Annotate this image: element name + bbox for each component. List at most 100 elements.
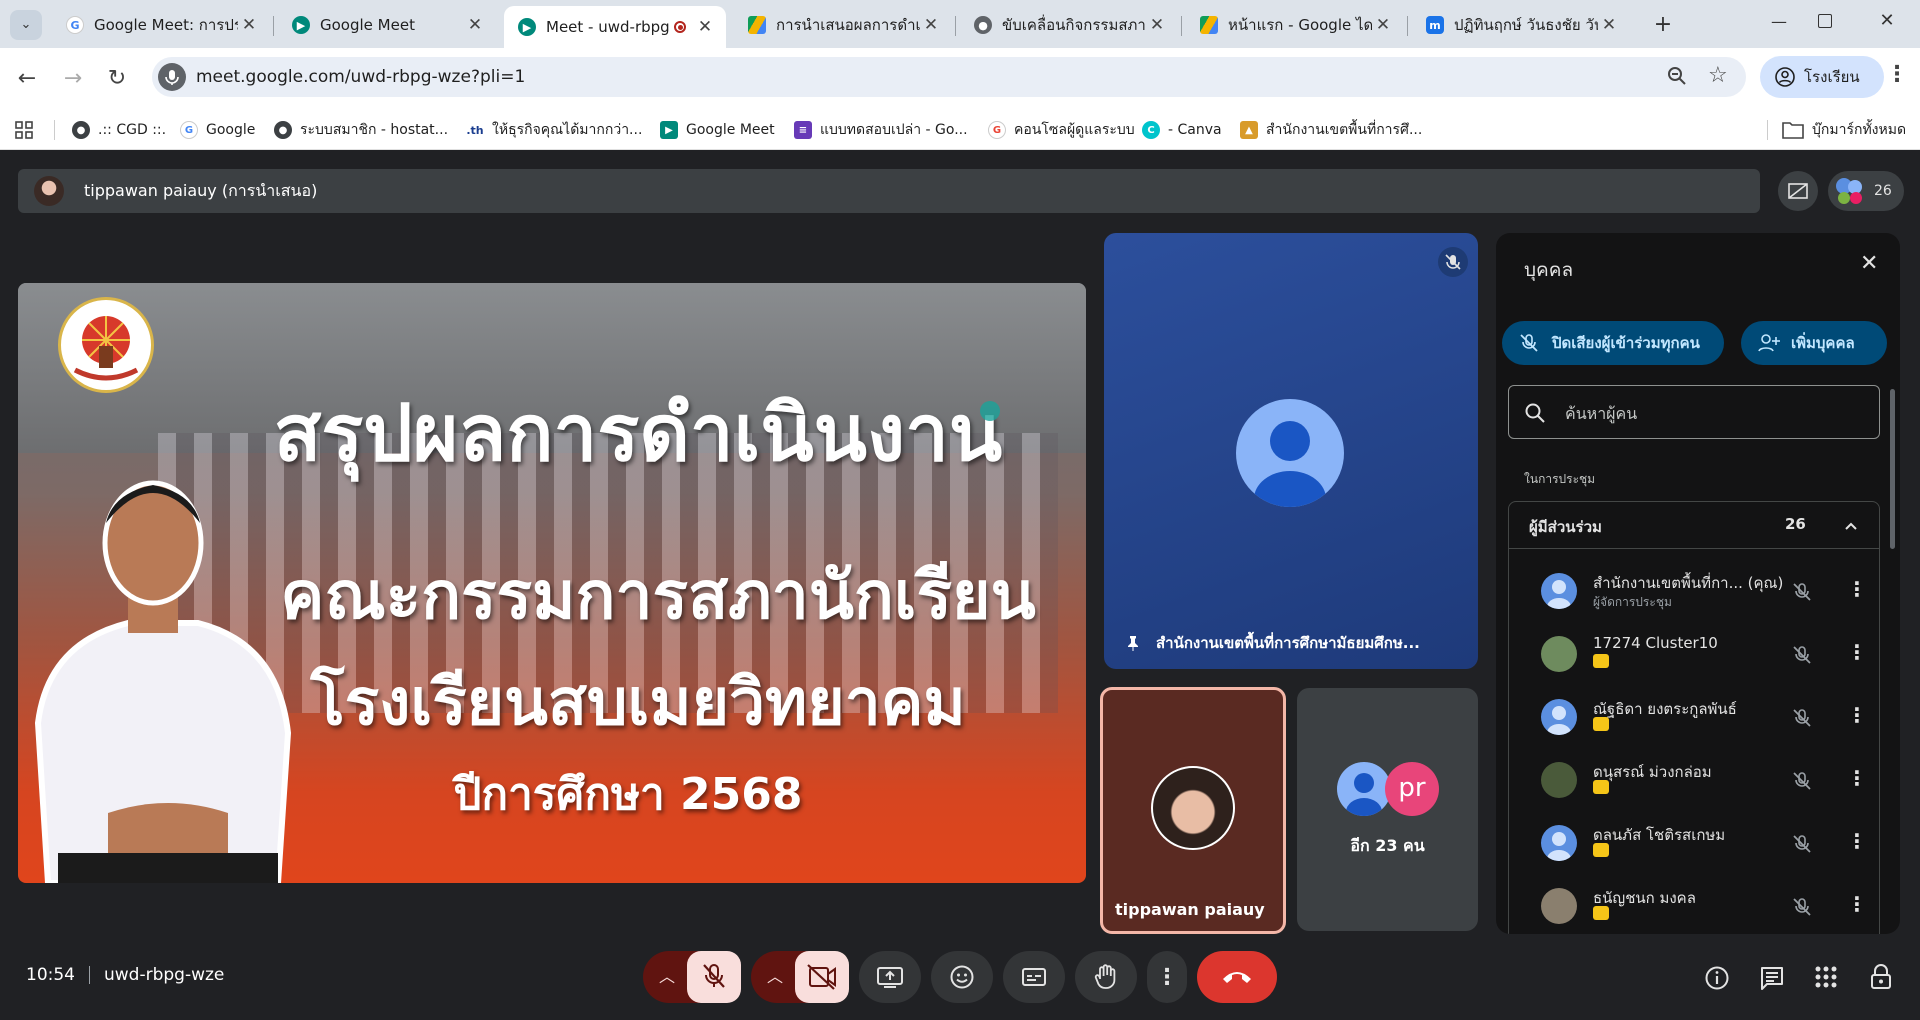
bookmark-google-meet[interactable]: ▶ Google Meet [660, 118, 775, 142]
hide-self-view-button[interactable] [1778, 171, 1818, 211]
group-count: 26 [1785, 515, 1806, 533]
new-tab-button[interactable]: + [1648, 10, 1678, 40]
bookmark-cgd[interactable]: ●.:: CGD ::. [72, 118, 166, 142]
mic-options-chevron-icon[interactable]: ︿ [643, 951, 691, 1003]
tab-student-council[interactable]: ● ขับเคลื่อนกิจกรรมสภานั ✕ [960, 8, 1178, 42]
meeting-code: uwd-rbpg-wze [104, 965, 225, 985]
close-panel-icon[interactable]: ✕ [1860, 251, 1878, 276]
participants-summary-button[interactable]: 26 [1828, 171, 1904, 211]
leave-call-button[interactable] [1197, 951, 1277, 1003]
chrome-menu-icon[interactable]: ⋮ [1886, 62, 1908, 87]
bookmark-canva[interactable]: C- Canva [1142, 118, 1222, 142]
all-bookmarks-button[interactable]: บุ๊กมาร์กทั้งหมด [1782, 118, 1906, 142]
tab-google-meet-2[interactable]: ▶ Google Meet ✕ [278, 8, 496, 42]
muted-mic-icon[interactable] [1791, 644, 1813, 666]
camera-options-chevron-icon[interactable]: ︿ [751, 951, 799, 1003]
tab-calendar[interactable]: m ปฏิทินฤกษ์ วันธงชัย วันเ ✕ [1412, 8, 1630, 42]
initials-avatar: pr [1385, 762, 1439, 816]
add-people-button[interactable]: เพิ่มบุคคล [1741, 321, 1887, 365]
bookmark-secondary-office[interactable]: ▲ สำนักงานเขตพื้นที่การศึ... [1240, 118, 1422, 142]
tab-search-button[interactable]: ⌄ [10, 10, 42, 40]
panel-scrollbar[interactable] [1890, 389, 1895, 549]
search-people-input[interactable]: ค้นหาผู้คน [1508, 385, 1880, 439]
close-window-button[interactable]: ✕ [1872, 10, 1902, 34]
muted-mic-icon[interactable] [1791, 707, 1813, 729]
muted-mic-icon[interactable] [1791, 896, 1813, 918]
restore-button[interactable] [1818, 14, 1832, 28]
mic-toggle-button[interactable] [687, 951, 741, 1003]
th-icon: .th [466, 121, 484, 139]
captions-button[interactable] [1003, 951, 1065, 1003]
apps-grid-icon[interactable] [14, 120, 34, 140]
bookmark-google[interactable]: G Google [180, 118, 255, 142]
participant-photo [1541, 762, 1577, 798]
more-options-icon[interactable]: ⋮ [1847, 703, 1867, 727]
participant-tile-organization[interactable]: สำนักงานเขตพื้นที่การศึกษามัธยมศึกษ... [1104, 233, 1478, 669]
participants-group-header[interactable]: ผู้มีส่วนร่วม 26 [1508, 501, 1880, 549]
reactions-button[interactable] [931, 951, 993, 1003]
globe-icon: ● [72, 121, 90, 139]
more-participants-tile[interactable]: pr อีก 23 คน [1297, 688, 1478, 931]
google-g-icon: G [988, 121, 1006, 139]
drive-icon [748, 16, 766, 34]
participant-row[interactable]: ดนุสรณ์ ม่วงกล่อม ⋮ [1529, 750, 1879, 810]
drive-icon [1200, 16, 1218, 34]
profile-button[interactable]: โรงเรียน [1760, 56, 1884, 98]
bookmark-forms[interactable]: ≡ แบบทดสอบเปล่า - Go... [794, 118, 968, 142]
tab-separator [1407, 16, 1408, 36]
forward-button[interactable]: → [58, 64, 88, 94]
tab-presentation[interactable]: การนำเสนอผลการดำเนิ ✕ [734, 8, 952, 42]
zoom-icon[interactable] [1666, 65, 1688, 87]
address-bar[interactable]: meet.google.com/uwd-rbpg-wze?pli=1 ☆ [152, 57, 1746, 97]
more-options-icon[interactable]: ⋮ [1847, 766, 1867, 790]
camera-toggle-button[interactable] [795, 951, 849, 1003]
activities-grid-icon[interactable] [1814, 965, 1838, 989]
participant-row[interactable]: ณัฐธิดา ยงตระกูลพันธ์ ⋮ [1529, 687, 1879, 747]
more-options-icon[interactable]: ⋮ [1847, 892, 1867, 916]
tab-google-drive[interactable]: หน้าแรก - Google ไดรฟ์ ✕ [1186, 8, 1404, 42]
chat-icon[interactable] [1759, 965, 1785, 991]
in-meeting-label: ในการประชุม [1524, 472, 1596, 486]
mute-all-button[interactable]: ปิดเสียงผู้เข้าร่วมทุกคน [1502, 321, 1724, 365]
participant-tile-tippawan[interactable]: tippawan paiauy [1100, 687, 1286, 934]
muted-mic-icon[interactable] [1791, 581, 1813, 603]
present-screen-button[interactable] [859, 951, 921, 1003]
bookmarks-bar: ●.:: CGD ::. G Google ● ระบบสมาชิก - hosta… [0, 110, 1920, 150]
more-options-button[interactable]: ⋮ [1147, 951, 1187, 1003]
participant-row[interactable]: ธนัญชนก มงคล ⋮ [1529, 876, 1879, 934]
more-options-icon[interactable]: ⋮ [1847, 640, 1867, 664]
participant-row[interactable]: 17274 Cluster10 ⋮ [1529, 624, 1879, 684]
close-tab-icon[interactable]: ✕ [1146, 15, 1168, 35]
meeting-details-icon[interactable] [1704, 965, 1730, 991]
close-tab-icon[interactable]: ✕ [1372, 15, 1394, 35]
close-tab-icon[interactable]: ✕ [1598, 15, 1620, 35]
reload-button[interactable]: ↻ [102, 64, 132, 94]
host-controls-lock-icon[interactable] [1868, 963, 1894, 991]
minimize-button[interactable]: — [1764, 12, 1794, 36]
close-tab-icon[interactable]: ✕ [920, 15, 942, 35]
bookmark-star-icon[interactable]: ☆ [1708, 63, 1728, 88]
more-options-icon[interactable]: ⋮ [1847, 577, 1867, 601]
close-tab-icon[interactable]: ✕ [694, 17, 716, 37]
more-options-icon[interactable]: ⋮ [1847, 829, 1867, 853]
presenter-bar: tippawan paiauy (การนำเสนอ) [18, 169, 1760, 213]
close-tab-icon[interactable]: ✕ [238, 15, 260, 35]
back-button[interactable]: ← [12, 64, 42, 94]
tab-google-meet-1[interactable]: G Google Meet: การประ ✕ [52, 8, 270, 42]
participant-row[interactable]: สำนักงานเขตพื้นที่กา... (คุณ) ผู้จัดการป… [1529, 561, 1879, 621]
participant-count: 26 [1874, 183, 1892, 199]
close-tab-icon[interactable]: ✕ [464, 15, 486, 35]
tab-meet-active[interactable]: ▶ Meet - uwd-rbpg ✕ [504, 6, 726, 48]
raise-hand-button[interactable] [1075, 951, 1137, 1003]
mute-all-icon [1520, 334, 1538, 352]
bookmark-th[interactable]: .th ให้ธุรกิจคุณได้มากกว่า... [466, 118, 642, 142]
participant-row[interactable]: ดลนภัส โชติรสเกษม ⋮ [1529, 813, 1879, 873]
bookmark-admin-console[interactable]: G คอนโซลผู้ดูแลระบบ [988, 118, 1135, 142]
bookmark-hostat[interactable]: ● ระบบสมาชิก - hostat... [274, 118, 448, 142]
muted-mic-icon[interactable] [1791, 833, 1813, 855]
chevron-up-icon[interactable] [1843, 518, 1859, 534]
default-avatar [1236, 399, 1344, 507]
meet-bottom-bar: 10:54 uwd-rbpg-wze ︿ ︿ ⋮ [0, 935, 1920, 1020]
site-info-icon[interactable] [158, 63, 186, 91]
muted-mic-icon[interactable] [1791, 770, 1813, 792]
